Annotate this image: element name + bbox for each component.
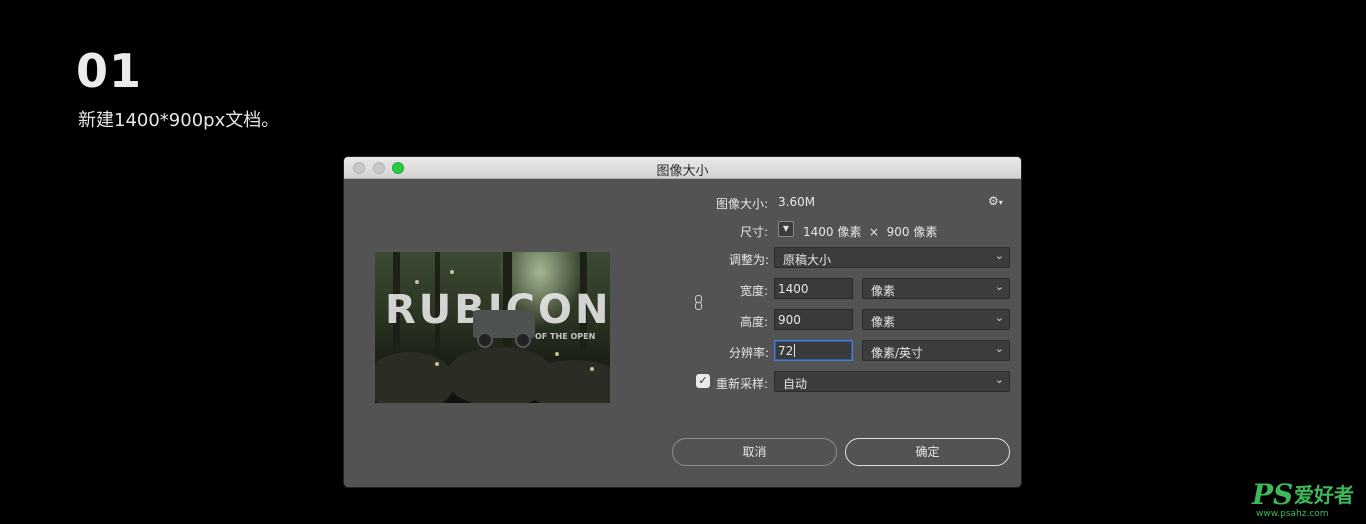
- height-unit-select[interactable]: 像素 ⌄: [862, 309, 1010, 330]
- chevron-down-icon: ▼: [782, 224, 790, 233]
- dialog-titlebar[interactable]: 图像大小: [344, 157, 1021, 179]
- gear-icon[interactable]: ⚙▾: [988, 194, 1003, 208]
- image-size-label: 图像大小:: [715, 197, 768, 211]
- preview-bokeh: [450, 270, 454, 274]
- resolution-unit-select[interactable]: 像素/英寸 ⌄: [862, 340, 1010, 361]
- chevron-down-icon: ⌄: [994, 280, 1004, 293]
- watermark-url: www.psahz.com: [1256, 509, 1329, 519]
- text-caret: [794, 344, 796, 357]
- image-size-value: 3.60M: [778, 195, 816, 209]
- chevron-down-icon: ⌄: [994, 342, 1004, 355]
- resolution-input[interactable]: 72: [774, 340, 853, 361]
- resample-select[interactable]: 自动 ⌄: [774, 371, 1010, 392]
- dimensions-value: 1400 像素 × 900 像素: [803, 225, 938, 239]
- ok-button[interactable]: 确定: [845, 438, 1010, 466]
- preview-subline: OF THE OPEN: [535, 332, 596, 341]
- chevron-down-icon: ⌄: [994, 311, 1004, 324]
- preview-bokeh: [590, 367, 594, 371]
- preview-bokeh: [435, 362, 439, 366]
- resolution-label: 分辨率:: [728, 346, 769, 360]
- resolution-value: 72: [778, 344, 794, 358]
- dimensions-label: 尺寸:: [739, 225, 768, 239]
- fit-to-select[interactable]: 原稿大小 ⌄: [774, 247, 1010, 268]
- width-label: 宽度:: [739, 284, 768, 298]
- width-unit-value: 像素: [871, 284, 896, 298]
- preview-wheel: [477, 332, 493, 348]
- image-preview[interactable]: RUBICON OF THE OPEN: [375, 252, 610, 403]
- watermark-logo: PS: [1252, 478, 1294, 511]
- height-input[interactable]: 900: [774, 309, 853, 330]
- preview-rock: [375, 352, 455, 403]
- height-unit-value: 像素: [871, 315, 896, 329]
- watermark-text: 爱好者: [1294, 483, 1354, 507]
- width-unit-select[interactable]: 像素 ⌄: [862, 278, 1010, 299]
- preview-bokeh: [555, 352, 559, 356]
- fit-to-value: 原稿大小: [783, 253, 832, 267]
- image-size-dialog: 图像大小 RUBICON OF THE OPEN 图像大小: 3.60M ⚙▾ …: [344, 157, 1021, 487]
- fit-to-label: 调整为:: [728, 253, 769, 267]
- chevron-down-icon: ⌄: [994, 373, 1004, 386]
- cancel-button[interactable]: 取消: [672, 438, 837, 466]
- preview-bokeh: [415, 280, 419, 284]
- step-description: 新建1400*900px文档。: [78, 110, 280, 131]
- width-input[interactable]: 1400: [774, 278, 853, 299]
- chevron-down-icon: ⌄: [994, 249, 1004, 262]
- resample-value: 自动: [783, 377, 808, 391]
- dialog-title: 图像大小: [656, 164, 709, 179]
- step-number: 01: [76, 44, 143, 98]
- resample-label: 重新采样:: [715, 377, 768, 391]
- preview-wheel: [515, 332, 531, 348]
- resolution-unit-value: 像素/英寸: [871, 346, 924, 360]
- link-chain-icon[interactable]: [693, 295, 703, 312]
- site-watermark: PS 爱好者 www.psahz.com: [1252, 478, 1360, 520]
- height-label: 高度:: [739, 315, 768, 329]
- dimensions-unit-dropdown[interactable]: ▼: [778, 221, 794, 237]
